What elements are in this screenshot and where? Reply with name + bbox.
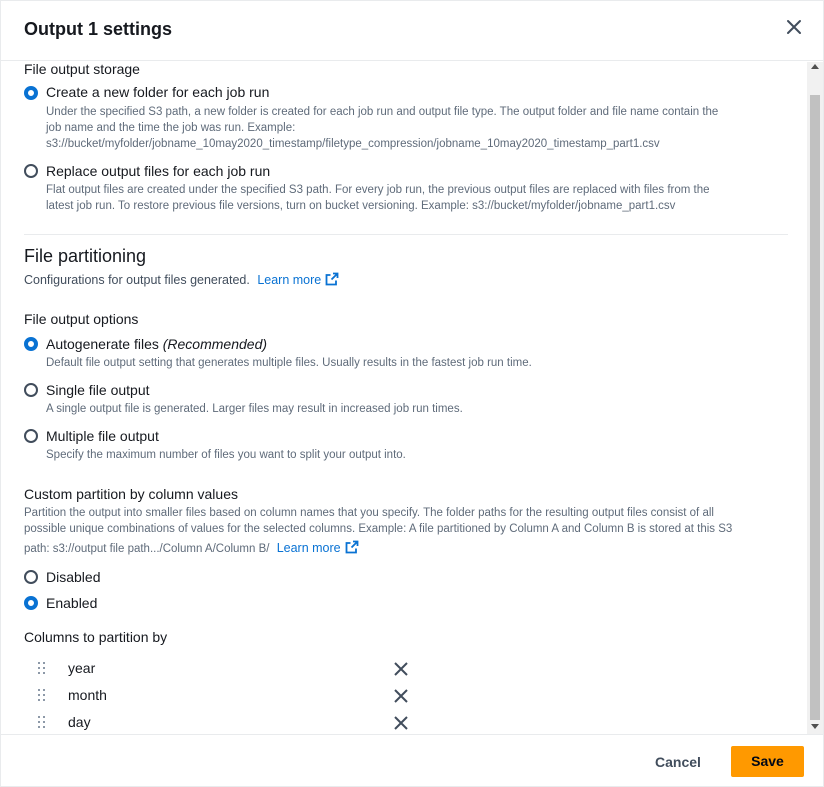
radio-single-file[interactable] — [24, 383, 38, 397]
option-replace-desc-2: latest job run. To restore previous file… — [46, 200, 676, 212]
custom-partition-learn-more-link[interactable]: Learn more — [277, 541, 341, 555]
partition-column-name: month — [68, 687, 107, 703]
remove-column-icon[interactable] — [394, 689, 408, 703]
option-new-folder-desc-3: s3://bucket/myfolder/jobname_10may2020_t… — [46, 138, 660, 150]
radio-replace-files[interactable] — [24, 164, 38, 178]
option-replace-desc-1: Flat output files are created under the … — [46, 184, 710, 196]
custom-partition-desc-1: Partition the output into smaller files … — [24, 507, 714, 519]
close-icon[interactable] — [782, 15, 806, 39]
radio-autogenerate[interactable] — [24, 337, 38, 351]
radio-new-folder[interactable] — [24, 86, 38, 100]
drag-handle-icon[interactable] — [38, 716, 46, 728]
modal-footer: Cancel Save — [1, 734, 823, 787]
file-output-options-label: File output options — [24, 311, 139, 327]
cancel-button[interactable]: Cancel — [641, 747, 715, 777]
modal-title: Output 1 settings — [24, 19, 172, 39]
remove-column-icon[interactable] — [394, 716, 408, 730]
vertical-scrollbar[interactable] — [807, 62, 823, 734]
custom-partition-desc-2: possible unique combinations of values f… — [24, 523, 733, 535]
option-autogenerate-desc: Default file output setting that generat… — [46, 357, 532, 369]
custom-partition-desc-3-row: path: s3://output file path.../Column A/… — [24, 540, 359, 557]
file-partitioning-desc: Configurations for output files generate… — [24, 273, 250, 287]
scrollbar-thumb[interactable] — [810, 95, 820, 720]
option-new-folder-desc-1: Under the specified S3 path, a new folde… — [46, 106, 719, 118]
drag-handle-icon[interactable] — [38, 689, 46, 701]
radio-multiple-file[interactable] — [24, 429, 38, 443]
option-new-folder-title: Create a new folder for each job run — [46, 84, 270, 100]
partition-column-row: month — [24, 683, 424, 707]
partition-column-row: year — [24, 656, 424, 680]
custom-partition-label: Custom partition by column values — [24, 486, 238, 502]
option-single-file-title: Single file output — [46, 382, 150, 398]
option-multiple-file-desc: Specify the maximum number of files you … — [46, 449, 406, 461]
external-link-icon[interactable] — [345, 540, 359, 554]
settings-modal: Output 1 settings File output storage Cr… — [0, 0, 824, 787]
learn-more-link[interactable]: Learn more — [257, 273, 321, 287]
recommended-text: (Recommended) — [162, 336, 268, 352]
save-button[interactable]: Save — [731, 746, 804, 777]
partition-column-name: year — [68, 660, 96, 676]
option-enabled-title: Enabled — [46, 595, 98, 611]
partition-column-row: day — [24, 710, 424, 734]
radio-disabled[interactable] — [24, 570, 38, 584]
option-autogenerate-title: Autogenerate files (Recommended) — [46, 336, 267, 352]
scroll-up-arrow-icon[interactable] — [811, 64, 819, 69]
file-partitioning-desc-row: Configurations for output files generate… — [24, 272, 339, 287]
file-output-storage-label: File output storage — [24, 62, 140, 77]
external-link-icon[interactable] — [325, 272, 339, 286]
option-new-folder-desc-2: job name and the time the job was run. E… — [46, 122, 296, 134]
file-partitioning-heading: File partitioning — [24, 246, 147, 266]
drag-handle-icon[interactable] — [38, 662, 46, 674]
option-multiple-file-title: Multiple file output — [46, 428, 159, 444]
section-divider — [24, 234, 788, 235]
custom-partition-desc-3: path: s3://output file path.../Column A/… — [24, 543, 270, 555]
option-replace-title: Replace output files for each job run — [46, 163, 271, 179]
option-single-file-desc: A single output file is generated. Large… — [46, 403, 463, 415]
columns-to-partition-label: Columns to partition by — [24, 629, 168, 645]
modal-header: Output 1 settings — [1, 1, 823, 61]
option-disabled-title: Disabled — [46, 569, 101, 585]
partition-column-name: day — [68, 714, 91, 730]
autogenerate-title-text: Autogenerate files — [46, 336, 159, 352]
scroll-down-arrow-icon[interactable] — [811, 724, 819, 729]
remove-column-icon[interactable] — [394, 662, 408, 676]
radio-enabled[interactable] — [24, 596, 38, 610]
